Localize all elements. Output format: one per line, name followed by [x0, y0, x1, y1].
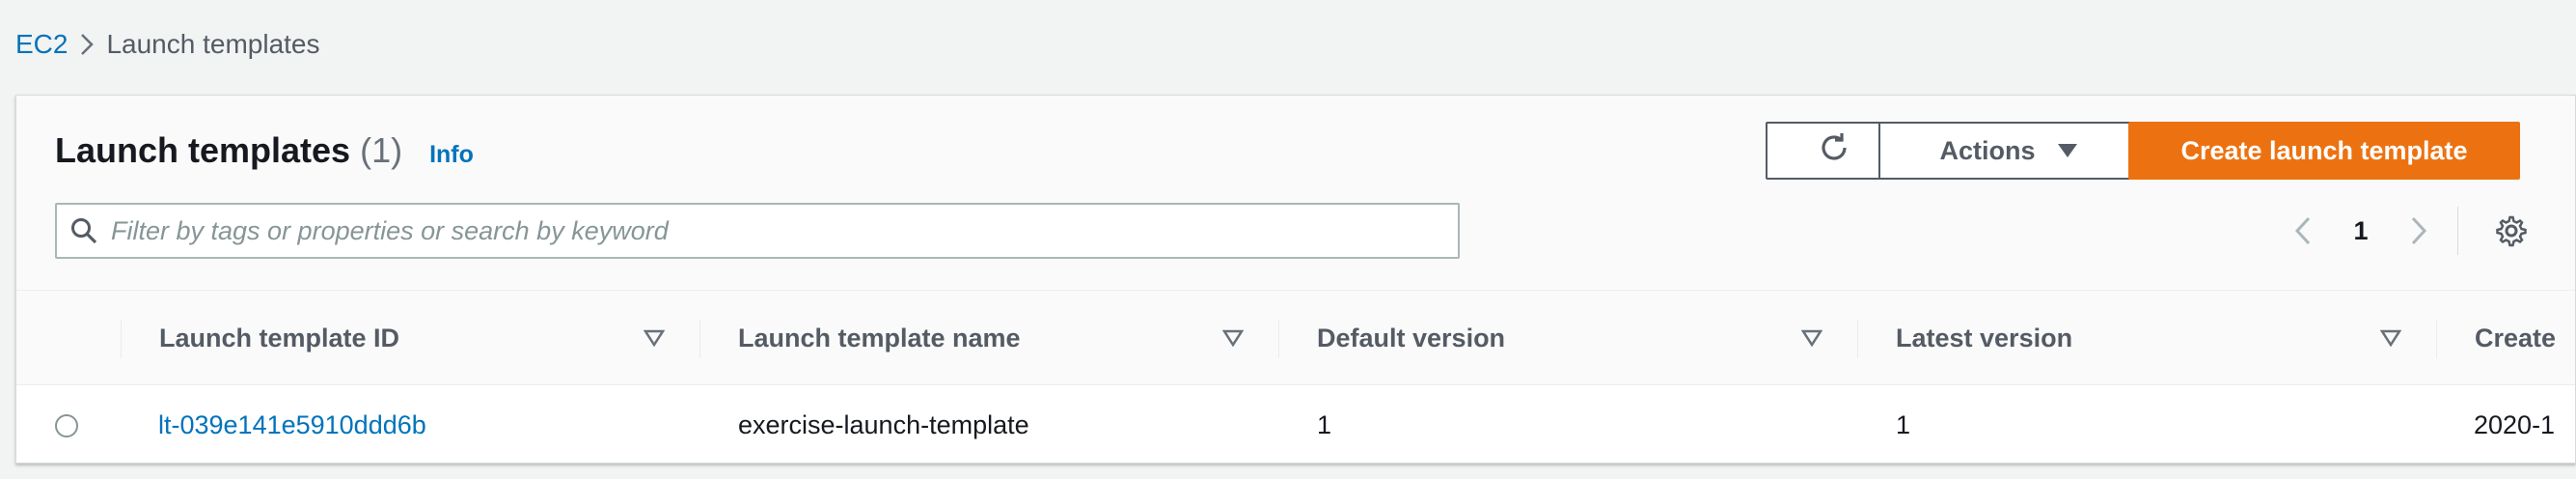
- actions-label: Actions: [1939, 135, 2036, 165]
- title-text: Launch templates: [55, 130, 351, 170]
- table-header: Launch template ID Launch template name …: [16, 291, 2575, 385]
- column-divider: [1278, 320, 1279, 358]
- column-header-default-version[interactable]: Default version: [1317, 291, 1838, 385]
- breadcrumb-current: Launch templates: [106, 29, 320, 59]
- page-title: Launch templates (1) Info: [55, 130, 474, 175]
- launch-template-name-cell: exercise-launch-template: [738, 409, 1029, 439]
- column-header-label: Latest version: [1896, 323, 2073, 352]
- panel-header: Launch templates (1) Info Actions Create…: [16, 96, 2575, 291]
- search-input[interactable]: [111, 205, 1458, 257]
- column-header-launch-template-name[interactable]: Launch template name: [738, 291, 1259, 385]
- column-divider: [121, 320, 122, 358]
- gear-icon[interactable]: [2492, 211, 2531, 250]
- search-icon: [57, 216, 111, 245]
- actions-dropdown-button[interactable]: Actions: [1878, 122, 2139, 180]
- create-time-cell: 2020-1: [2474, 409, 2556, 439]
- title-count: (1): [360, 130, 403, 170]
- column-header-label: Launch template ID: [159, 323, 400, 352]
- pagination-current-page[interactable]: 1: [2342, 211, 2380, 250]
- column-header-label: Launch template name: [738, 323, 1021, 352]
- pagination-divider: [2457, 207, 2458, 255]
- column-header-create-time[interactable]: Create: [2475, 291, 2575, 385]
- sort-caret-icon: [1799, 325, 1824, 351]
- column-header-label: Default version: [1317, 323, 1506, 352]
- caret-down-icon: [2057, 143, 2078, 158]
- sort-caret-icon: [642, 325, 667, 351]
- sort-caret-icon: [1220, 325, 1246, 351]
- column-header-latest-version[interactable]: Latest version: [1896, 291, 2417, 385]
- column-divider: [699, 320, 700, 358]
- row-select-radio[interactable]: [55, 414, 78, 437]
- sort-caret-icon: [2378, 325, 2403, 351]
- info-link[interactable]: Info: [429, 141, 474, 169]
- breadcrumb: EC2 Launch templates: [15, 27, 320, 62]
- pagination-previous-button[interactable]: [2284, 211, 2322, 250]
- default-version-cell: 1: [1317, 409, 1332, 439]
- create-launch-template-button[interactable]: Create launch template: [2128, 122, 2520, 180]
- search-field: [55, 203, 1460, 259]
- column-divider: [2436, 320, 2437, 358]
- column-divider: [1857, 320, 1858, 358]
- pagination-next-button[interactable]: [2399, 211, 2438, 250]
- refresh-icon: [1817, 130, 1851, 172]
- latest-version-cell: 1: [1896, 409, 1911, 439]
- column-header-launch-template-id[interactable]: Launch template ID: [159, 291, 680, 385]
- launch-templates-panel: Launch templates (1) Info Actions Create…: [15, 95, 2576, 464]
- table-row[interactable]: lt-039e141e5910ddd6b exercise-launch-tem…: [16, 385, 2575, 463]
- column-header-label: Create: [2475, 323, 2557, 352]
- chevron-right-icon: [68, 32, 106, 57]
- breadcrumb-ec2-link[interactable]: EC2: [15, 29, 68, 60]
- launch-template-id-link[interactable]: lt-039e141e5910ddd6b: [158, 385, 426, 463]
